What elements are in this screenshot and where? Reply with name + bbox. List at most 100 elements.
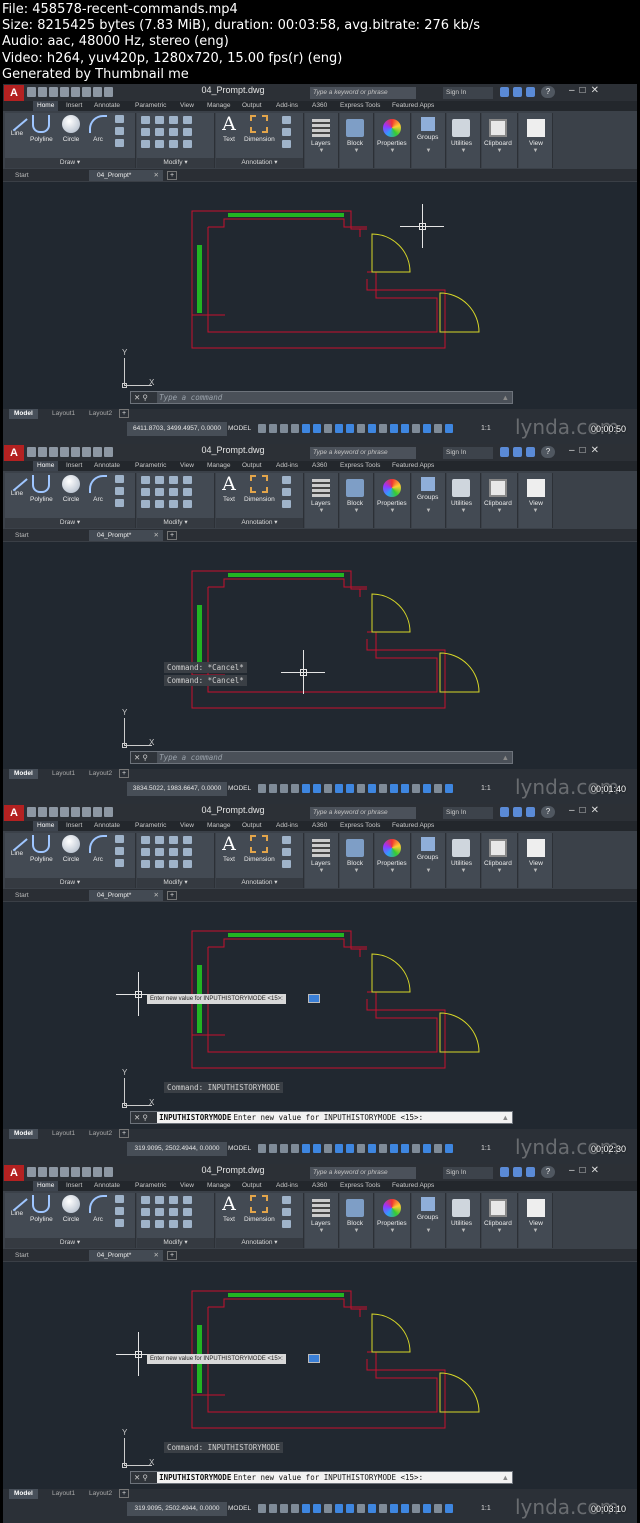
- hatch-icon[interactable]: [115, 487, 124, 495]
- exchange-icon[interactable]: [500, 807, 509, 817]
- window-controls[interactable]: –□✕: [569, 445, 604, 456]
- save-as-icon[interactable]: [60, 807, 69, 817]
- help-button[interactable]: ?: [541, 86, 555, 98]
- new-icon[interactable]: [27, 87, 36, 97]
- arc-tool[interactable]: Arc: [89, 1195, 107, 1223]
- command-line-controls[interactable]: ✕ ⚲: [131, 1472, 157, 1483]
- line-tool[interactable]: Line: [6, 110, 28, 137]
- 3d-osnap-icon[interactable]: [390, 1504, 398, 1513]
- ribbon-tab-add-ins[interactable]: Add-ins: [276, 461, 298, 471]
- grid-icon[interactable]: [258, 1144, 266, 1153]
- command-line[interactable]: ✕ ⚲ Type a command ▲: [130, 391, 513, 404]
- drawing-tab[interactable]: 04_Prompt* ✕: [89, 890, 163, 901]
- undo-icon[interactable]: [82, 87, 91, 97]
- polyline-tool[interactable]: Polyline: [30, 835, 53, 863]
- groups-panel[interactable]: Groups ▼: [412, 473, 446, 528]
- ribbon-tab-insert[interactable]: Insert: [66, 821, 82, 831]
- start-tab[interactable]: Start: [7, 1250, 87, 1261]
- sign-in-button[interactable]: Sign In: [443, 807, 493, 819]
- infer-icon[interactable]: [280, 784, 288, 793]
- gizmo-icon[interactable]: [423, 1144, 431, 1153]
- modify-panel-title[interactable]: Modify ▾: [137, 518, 214, 528]
- gradient-icon[interactable]: [115, 139, 124, 147]
- offset-icon[interactable]: [183, 1220, 192, 1228]
- ribbon-tab-output[interactable]: Output: [242, 461, 262, 471]
- autoscale-icon[interactable]: [445, 424, 453, 433]
- fillet-icon[interactable]: [169, 1208, 178, 1216]
- properties-tool[interactable]: Properties: [377, 479, 407, 507]
- trim-icon[interactable]: [169, 1196, 178, 1204]
- gizmo-icon[interactable]: [423, 1504, 431, 1513]
- ribbon-tab-home[interactable]: Home: [33, 821, 59, 831]
- snap-icon[interactable]: [269, 424, 277, 433]
- search-input[interactable]: Type a keyword or phrase: [310, 447, 416, 459]
- leader-icon[interactable]: [282, 476, 291, 484]
- ribbon-tab-express-tools[interactable]: Express Tools: [340, 1181, 380, 1191]
- command-line[interactable]: ✕ ⚲ INPUTHISTORYMODE Enter new value for…: [130, 1111, 513, 1124]
- view-panel[interactable]: View ▼: [519, 473, 553, 528]
- layers-tool[interactable]: Layers: [311, 119, 331, 147]
- save-icon[interactable]: [49, 87, 58, 97]
- layers-tool[interactable]: Layers: [311, 479, 331, 507]
- properties-tool[interactable]: Properties: [377, 839, 407, 867]
- ribbon-tab-featured-apps[interactable]: Featured Apps: [392, 1181, 434, 1191]
- osnap-tracking-icon[interactable]: [335, 424, 343, 433]
- dimension-tool[interactable]: Dimension: [244, 835, 275, 863]
- selection-filter-icon[interactable]: [412, 1504, 420, 1513]
- groups-tool[interactable]: Groups: [417, 1197, 438, 1221]
- dynamic-ucs-icon[interactable]: [401, 424, 409, 433]
- save-as-icon[interactable]: [60, 447, 69, 457]
- annotation-visibility-icon[interactable]: [434, 1504, 442, 1513]
- snap-icon[interactable]: [269, 1504, 277, 1513]
- sign-in-button[interactable]: Sign In: [443, 1167, 493, 1179]
- ribbon-tab-manage[interactable]: Manage: [207, 101, 231, 111]
- line-tool[interactable]: Line: [6, 470, 28, 497]
- open-icon[interactable]: [38, 1167, 47, 1177]
- connect-icon[interactable]: [513, 807, 522, 817]
- array-icon[interactable]: [169, 1220, 178, 1228]
- leader-icon[interactable]: [282, 1196, 291, 1204]
- array-icon[interactable]: [169, 500, 178, 508]
- ribbon-tab-annotate[interactable]: Annotate: [94, 101, 120, 111]
- layers-panel[interactable]: Layers ▼: [305, 833, 339, 888]
- table-icon[interactable]: [282, 1208, 291, 1216]
- infer-icon[interactable]: [280, 424, 288, 433]
- layers-panel[interactable]: Layers ▼: [305, 1193, 339, 1248]
- array-icon[interactable]: [169, 860, 178, 868]
- erase-icon[interactable]: [183, 836, 192, 844]
- drawing-tab[interactable]: 04_Prompt* ✕: [89, 170, 163, 181]
- annotation-scale[interactable]: 1:1: [481, 422, 491, 436]
- chevron-up-icon[interactable]: ▲: [502, 752, 509, 763]
- selection-cycling-icon[interactable]: [379, 784, 387, 793]
- snap-icon[interactable]: [269, 1144, 277, 1153]
- draw-panel-title[interactable]: Draw ▾: [5, 1238, 135, 1248]
- dynamic-ucs-icon[interactable]: [401, 1144, 409, 1153]
- leader-icon[interactable]: [282, 116, 291, 124]
- ribbon-tab-home[interactable]: Home: [33, 101, 59, 111]
- draw-panel-title[interactable]: Draw ▾: [5, 158, 135, 168]
- share-icon[interactable]: [104, 1167, 113, 1177]
- chevron-down-icon[interactable]: ▼: [375, 1228, 410, 1234]
- a360-icon[interactable]: [526, 1167, 535, 1177]
- polyline-tool[interactable]: Polyline: [30, 475, 53, 503]
- view-tool[interactable]: View: [527, 479, 545, 507]
- block-tool[interactable]: Block: [346, 1199, 364, 1227]
- chevron-down-icon[interactable]: ▼: [519, 148, 552, 154]
- lineweight-icon[interactable]: [357, 784, 365, 793]
- annotation-scale[interactable]: 1:1: [481, 1142, 491, 1156]
- drawing-tab[interactable]: 04_Prompt* ✕: [89, 530, 163, 541]
- properties-panel[interactable]: Properties ▼: [375, 833, 411, 888]
- circle-tool[interactable]: Circle: [62, 115, 80, 143]
- groups-tool[interactable]: Groups: [417, 477, 438, 501]
- close-icon[interactable]: ✕: [154, 1250, 159, 1261]
- transparency-icon[interactable]: [368, 1144, 376, 1153]
- lineweight-icon[interactable]: [357, 424, 365, 433]
- infer-icon[interactable]: [280, 1144, 288, 1153]
- command-line[interactable]: ✕ ⚲ Type a command ▲: [130, 751, 513, 764]
- chevron-down-icon[interactable]: ▼: [375, 868, 410, 874]
- view-tool[interactable]: View: [527, 1199, 545, 1227]
- save-icon[interactable]: [49, 1167, 58, 1177]
- line-tool[interactable]: Line: [6, 1190, 28, 1217]
- utilities-tool[interactable]: Utilities: [451, 1199, 472, 1227]
- annotation-visibility-icon[interactable]: [434, 424, 442, 433]
